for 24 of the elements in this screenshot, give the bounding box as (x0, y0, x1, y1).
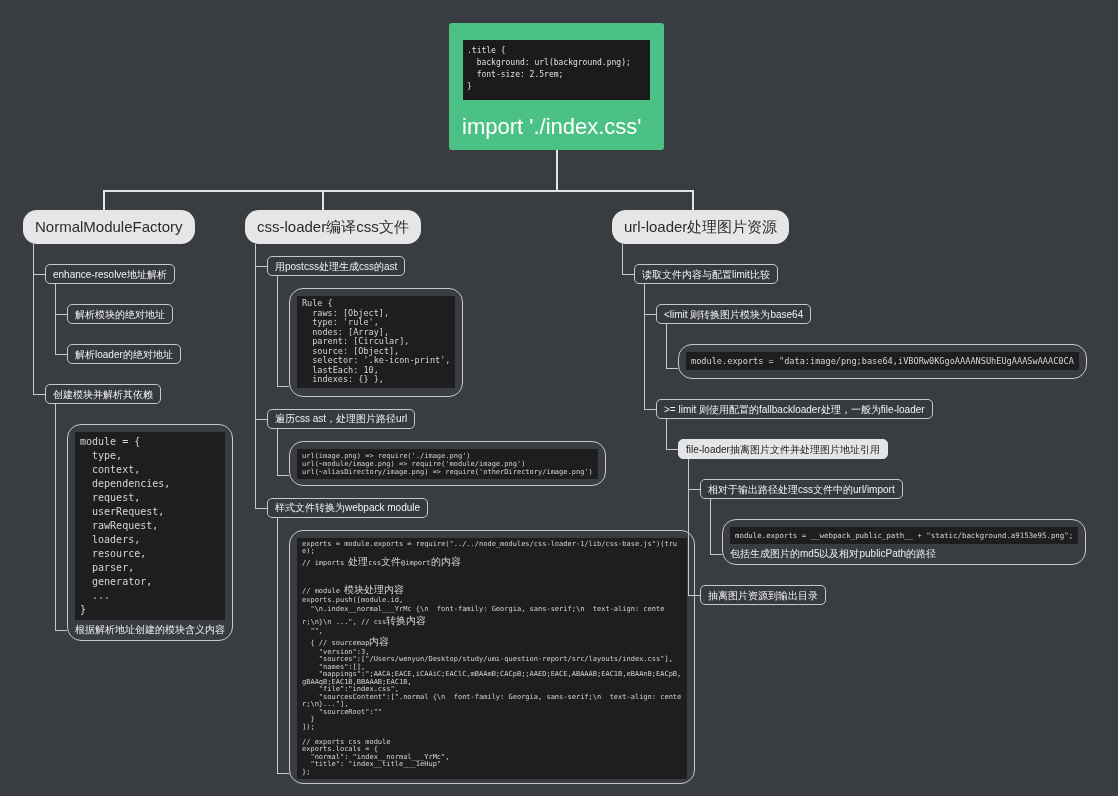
subtopic[interactable]: 相对于输出路径处理css文件中的url/import (700, 479, 903, 499)
subtopic[interactable]: file-loader抽离图片文件并处理图片地址引用 (678, 439, 888, 459)
subtopic[interactable]: 抽离图片资源到输出目录 (700, 585, 826, 605)
subtopic[interactable]: <limit 则转换图片模块为base64 (656, 304, 812, 324)
code-snippet: module.exports = "data:image/png;base64,iVBORw0KGgoAAAANSUhEUgAAASwAAAC0CA (686, 352, 1079, 370)
subtopic[interactable]: 用postcss处理生成css的ast (267, 256, 406, 276)
branch-topic[interactable]: url-loader处理图片资源 (612, 210, 790, 244)
code-snippet: module = { type, context, dependencies, request, userRequest, rawRequest, loaders, resource, parser, generator, ... } (75, 432, 225, 620)
central-topic-title: import './index.css' (462, 113, 643, 141)
subtopic[interactable]: enhance-resolve地址解析 (45, 264, 175, 284)
subtopic[interactable]: 创建模块并解析其依赖 (45, 384, 161, 404)
note-text: 包括生成图片的md5以及相对publicPath的路径 (730, 547, 938, 561)
subtopic[interactable]: 解析loader的绝对地址 (67, 344, 181, 364)
subtopic[interactable]: 遍历css ast，处理图片路径url (267, 408, 416, 429)
central-topic[interactable]: .title { background: url(background.png); font-size: 2.5rem; } import './index.css' (449, 23, 664, 150)
branch-topic[interactable]: css-loader编译css文件 (245, 210, 421, 244)
subtopic[interactable]: 样式文件转换为webpack module (267, 497, 429, 518)
subtopic[interactable]: 解析模块的绝对地址 (67, 304, 173, 324)
subtopic[interactable]: >= limit 则使用配置的fallbackloader处理，一般为file-loader (656, 399, 933, 419)
code-snippet: Rule { raws: [Object], type: 'rule', nodes: [Array], parent: [Circular], source: [Object], selector: '.ke-icon-print', lastEach: 10, indexes: {} }, (297, 296, 456, 388)
subtopic[interactable]: 读取文件内容与配置limit比较 (634, 264, 778, 284)
note-text: 根据解析地址创建的模块含义内容 (75, 623, 225, 637)
code-snippet: .title { background: url(background.png); font-size: 2.5rem; } (463, 40, 650, 100)
branch-topic[interactable]: NormalModuleFactory (23, 210, 195, 244)
